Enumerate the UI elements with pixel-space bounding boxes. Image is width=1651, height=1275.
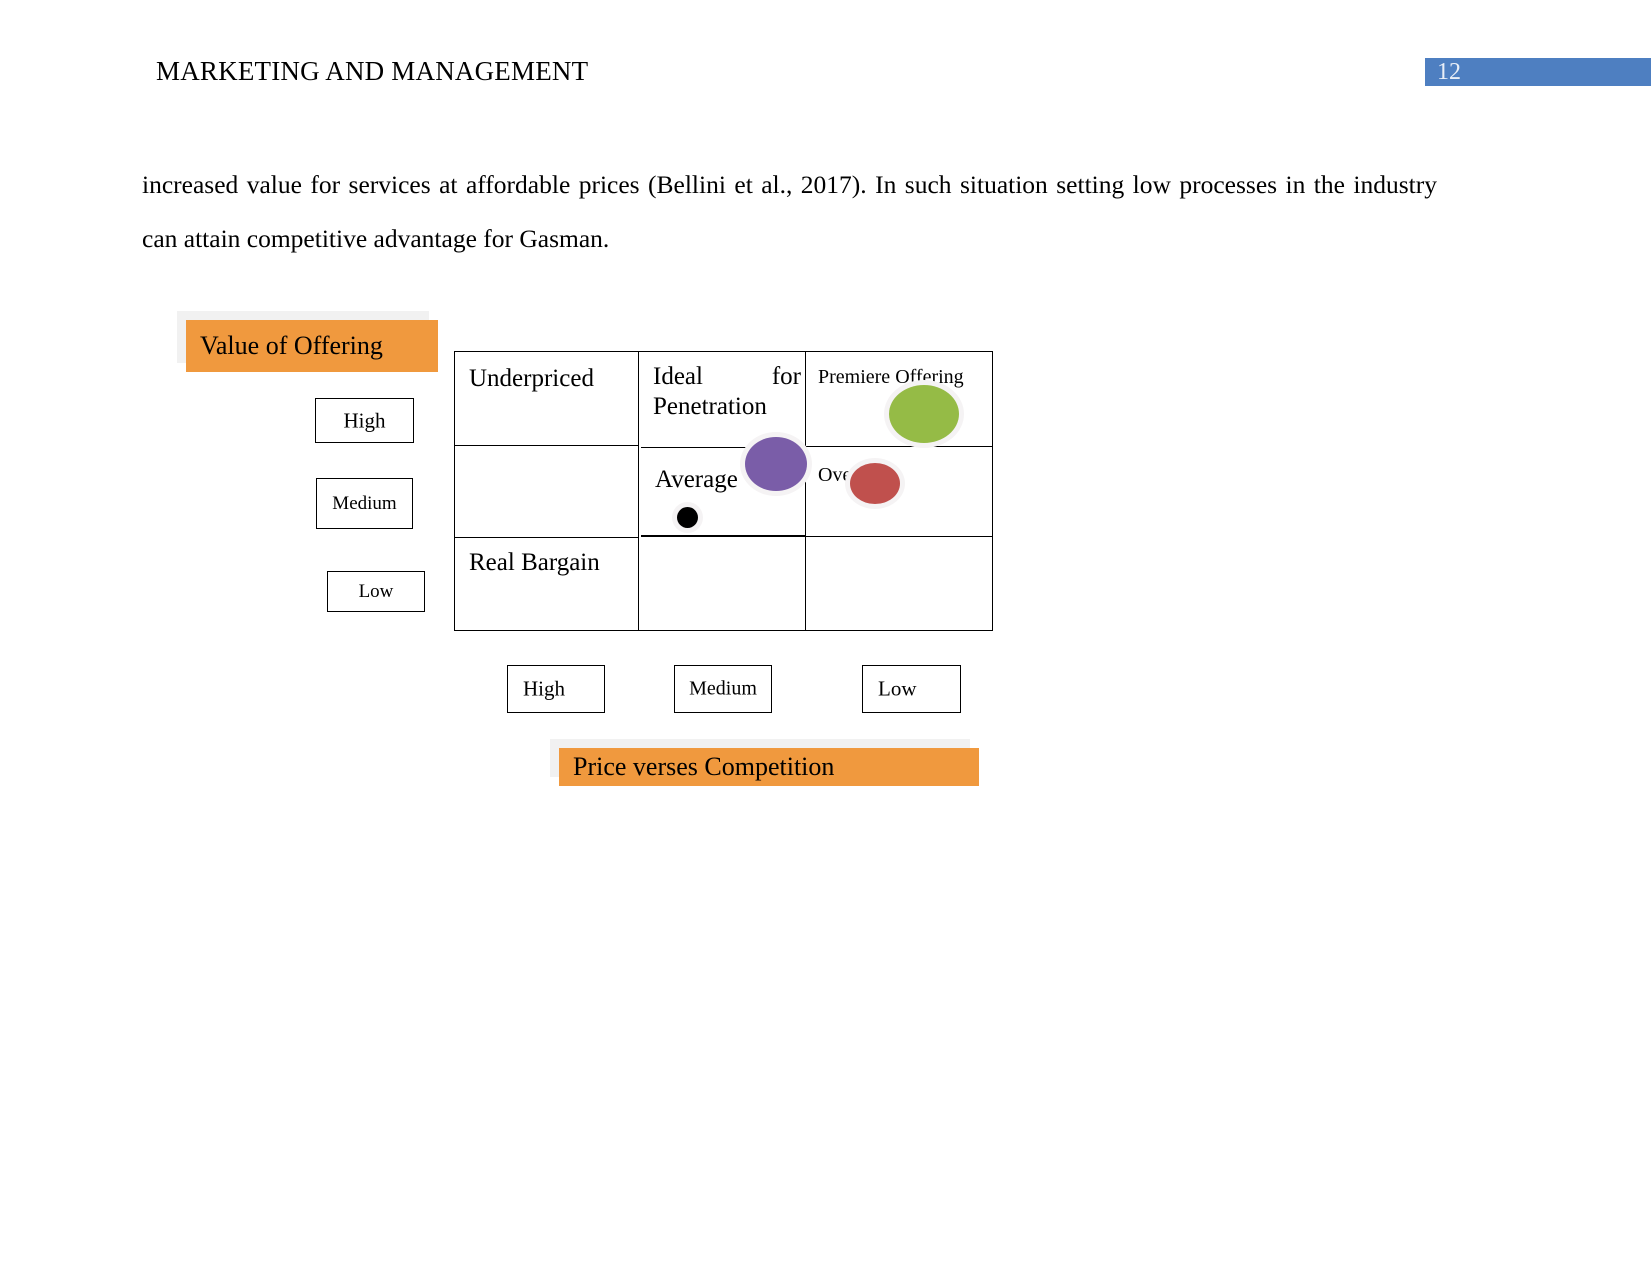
matrix-cell-right-bottom [806,537,993,631]
matrix-cell-overpriced: Over [806,447,993,537]
y-axis-label-medium-text: Medium [332,492,397,514]
matrix-cell-ideal-for-penetration: Ideal for Penetration [639,351,806,447]
x-axis-label-medium: Medium [674,665,772,713]
y-axis-label-high-text: High [343,408,386,432]
value-of-offering-label: Value of Offering [200,331,383,360]
matrix-cell-underpriced-label: Underpriced [469,365,594,392]
matrix-cell-ideal-for-penetration-label: Ideal for Penetration [653,363,801,420]
bubble-premiere-offering [889,385,959,443]
x-axis-label-low-text: Low [878,676,917,701]
pricing-value-matrix-figure: Value of Offering High Medium Low Underp… [0,0,1651,1275]
x-axis-label-high-text: High [523,676,565,701]
bubble-ideal-for-penetration [745,437,807,491]
y-axis-label-low-text: Low [358,580,394,602]
matrix-cell-middle-bottom [639,537,806,631]
matrix-cell-cheap-goods [454,537,639,631]
price-verses-competition-banner: Price verses Competition [559,748,979,786]
x-axis-label-low: Low [862,665,961,713]
x-axis-label-high: High [507,665,605,713]
bubble-overpriced [850,463,900,504]
price-verses-competition-label: Price verses Competition [573,752,835,781]
value-of-offering-banner: Value of Offering [186,320,438,372]
y-axis-label-high: High [315,398,414,443]
matrix-cell-average-label: Average [655,466,738,493]
matrix-cell-premiere-offering-label: Premiere Offering [818,366,964,388]
matrix-cell-real-bargain: Real Bargain [454,445,639,576]
x-axis-label-medium-text: Medium [689,677,757,700]
bubble-average [677,507,698,528]
y-axis-label-medium: Medium [316,478,413,529]
y-axis-label-low: Low [327,571,425,612]
matrix-cell-underpriced: Underpriced [454,351,639,445]
